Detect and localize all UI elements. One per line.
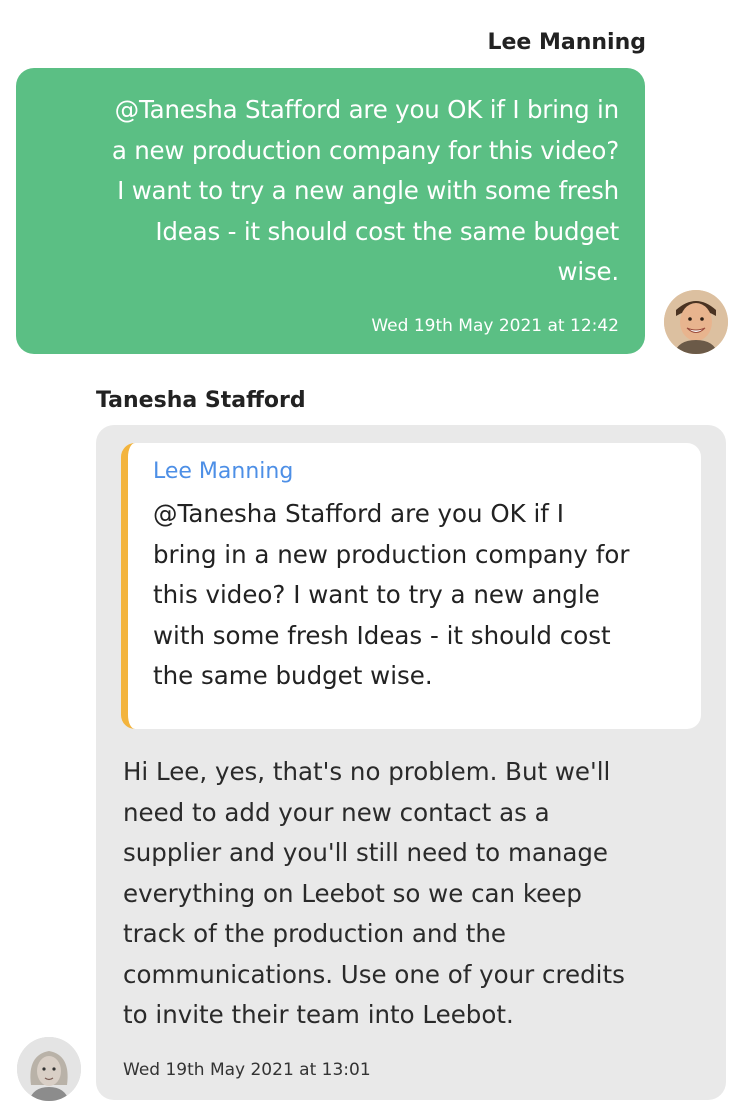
user-avatar-icon bbox=[17, 1037, 81, 1101]
outgoing-message-text: @Tanesha Stafford are you OK if I bring … bbox=[46, 90, 619, 293]
outgoing-message-bubble[interactable]: @Tanesha Stafford are you OK if I bring … bbox=[16, 68, 645, 354]
message-line: supplier and you'll still need to manage bbox=[123, 838, 608, 867]
user-avatar-icon bbox=[664, 290, 728, 354]
quoted-author: Lee Manning bbox=[153, 459, 294, 484]
outgoing-sender-name: Lee Manning bbox=[487, 30, 646, 55]
message-line: wise. bbox=[557, 257, 620, 286]
message-line: I want to try a new angle with some fres… bbox=[117, 176, 619, 205]
message-line: Ideas - it should cost the same budget bbox=[155, 216, 619, 246]
avatar[interactable] bbox=[17, 1037, 81, 1101]
message-line: to invite their team into Leebot. bbox=[123, 1000, 514, 1029]
message-line: Hi Lee, yes, that's no problem. But we'l… bbox=[123, 757, 611, 786]
chat-thread: Lee Manning @Tanesha Stafford are you OK… bbox=[0, 0, 750, 1110]
message-line: a new production company for this video? bbox=[111, 135, 619, 165]
quote-line: @Tanesha Stafford are you OK if I bbox=[153, 499, 564, 528]
outgoing-timestamp: Wed 19th May 2021 at 12:42 bbox=[371, 316, 619, 336]
message-line: everything on Leebot so we can keep bbox=[123, 878, 582, 908]
quote-line: bring in a new production company for bbox=[153, 539, 630, 569]
message-line: need to add your new contact as a bbox=[123, 797, 550, 827]
avatar[interactable] bbox=[664, 290, 728, 354]
incoming-message-bubble[interactable]: Lee Manning @Tanesha Stafford are you OK… bbox=[96, 425, 726, 1100]
incoming-sender-name: Tanesha Stafford bbox=[96, 388, 306, 413]
quoted-message[interactable]: Lee Manning @Tanesha Stafford are you OK… bbox=[121, 443, 701, 729]
message-line: @Tanesha Stafford are you OK if I bring … bbox=[114, 95, 620, 124]
quote-line: the same budget wise. bbox=[153, 661, 433, 690]
quote-line: this video? I want to try a new angle bbox=[153, 580, 600, 609]
incoming-message-text: Hi Lee, yes, that's no problem. But we'l… bbox=[123, 752, 706, 1036]
message-line: communications. Use one of your credits bbox=[123, 959, 625, 989]
message-line: track of the production and the bbox=[123, 919, 506, 948]
quote-line: with some fresh Ideas - it should cost bbox=[153, 620, 611, 650]
quoted-text: @Tanesha Stafford are you OK if I bring … bbox=[153, 494, 681, 697]
incoming-timestamp: Wed 19th May 2021 at 13:01 bbox=[123, 1060, 371, 1080]
